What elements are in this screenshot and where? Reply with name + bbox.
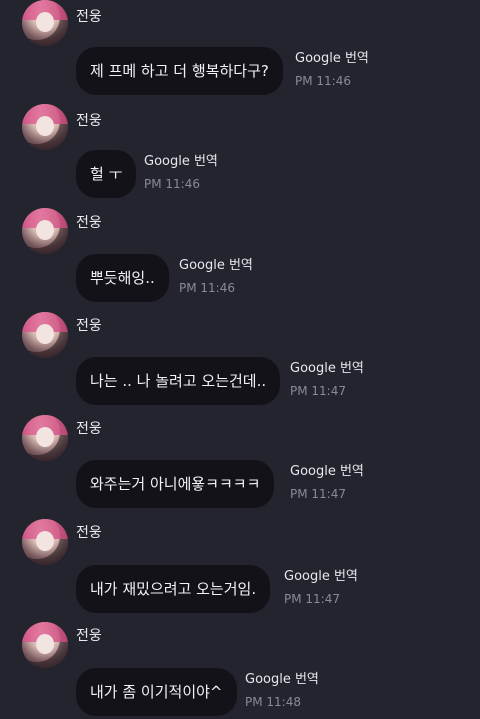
message-meta: Google 번역 PM 11:47 bbox=[290, 463, 364, 502]
google-translate-link[interactable]: Google 번역 bbox=[144, 153, 218, 170]
message-row: 전웅 제 프메 하고 더 행복하다구? Google 번역 PM 11:46 bbox=[0, 0, 480, 103]
message-bubble[interactable]: 헐 ㅜ bbox=[76, 150, 137, 198]
sender-name: 전웅 bbox=[76, 421, 102, 437]
message-row: 전웅 와주는거 아니에욯ㅋㅋㅋㅋ Google 번역 PM 11:47 bbox=[0, 415, 480, 518]
message-timestamp: PM 11:47 bbox=[290, 487, 346, 501]
sender-avatar[interactable] bbox=[22, 622, 68, 668]
message-bubble[interactable]: 나는 .. 나 놀려고 오는건데.. bbox=[76, 357, 281, 405]
message-row: 전웅 뿌듯해잉.. Google 번역 PM 11:46 bbox=[0, 208, 480, 311]
message-bubble[interactable]: 제 프메 하고 더 행복하다구? bbox=[76, 47, 283, 95]
sender-name: 전웅 bbox=[76, 318, 102, 334]
sender-name: 전웅 bbox=[76, 628, 102, 644]
google-translate-link[interactable]: Google 번역 bbox=[245, 671, 319, 688]
sender-name: 전웅 bbox=[76, 525, 102, 541]
message-bubble[interactable]: 뿌듯해잉.. bbox=[76, 254, 169, 302]
sender-avatar[interactable] bbox=[22, 415, 68, 461]
message-meta: Google 번역 PM 11:47 bbox=[284, 568, 358, 607]
sender-name: 전웅 bbox=[76, 215, 102, 231]
message-row: 전웅 헐 ㅜ Google 번역 PM 11:46 bbox=[0, 104, 480, 207]
message-timestamp: PM 11:47 bbox=[290, 384, 346, 398]
message-timestamp: PM 11:47 bbox=[284, 592, 340, 606]
message-row: 전웅 내가 좀 이기적이야^ Google 번역 PM 11:48 bbox=[0, 622, 480, 719]
chat-thread: 전웅 제 프메 하고 더 행복하다구? Google 번역 PM 11:46 전… bbox=[0, 0, 480, 719]
message-timestamp: PM 11:46 bbox=[179, 281, 235, 295]
message-timestamp: PM 11:46 bbox=[295, 74, 351, 88]
sender-avatar[interactable] bbox=[22, 0, 68, 46]
message-meta: Google 번역 PM 11:46 bbox=[179, 257, 253, 296]
sender-avatar[interactable] bbox=[22, 104, 68, 150]
message-meta: Google 번역 PM 11:48 bbox=[245, 671, 319, 710]
google-translate-link[interactable]: Google 번역 bbox=[290, 463, 364, 480]
sender-name: 전웅 bbox=[76, 9, 102, 25]
message-meta: Google 번역 PM 11:46 bbox=[144, 153, 218, 192]
message-bubble[interactable]: 내가 재밌으려고 오는거임. bbox=[76, 565, 271, 613]
message-bubble[interactable]: 와주는거 아니에욯ㅋㅋㅋㅋ bbox=[76, 460, 275, 508]
message-row: 전웅 내가 재밌으려고 오는거임. Google 번역 PM 11:47 bbox=[0, 519, 480, 622]
message-row: 전웅 나는 .. 나 놀려고 오는건데.. Google 번역 PM 11:47 bbox=[0, 312, 480, 415]
message-meta: Google 번역 PM 11:47 bbox=[290, 360, 364, 399]
message-bubble[interactable]: 내가 좀 이기적이야^ bbox=[76, 668, 237, 716]
message-meta: Google 번역 PM 11:46 bbox=[295, 50, 369, 89]
google-translate-link[interactable]: Google 번역 bbox=[284, 568, 358, 585]
google-translate-link[interactable]: Google 번역 bbox=[179, 257, 253, 274]
sender-avatar[interactable] bbox=[22, 519, 68, 565]
sender-avatar[interactable] bbox=[22, 312, 68, 358]
sender-name: 전웅 bbox=[76, 113, 102, 129]
google-translate-link[interactable]: Google 번역 bbox=[295, 50, 369, 67]
message-timestamp: PM 11:46 bbox=[144, 177, 200, 191]
sender-avatar[interactable] bbox=[22, 208, 68, 254]
google-translate-link[interactable]: Google 번역 bbox=[290, 360, 364, 377]
message-timestamp: PM 11:48 bbox=[245, 695, 301, 709]
